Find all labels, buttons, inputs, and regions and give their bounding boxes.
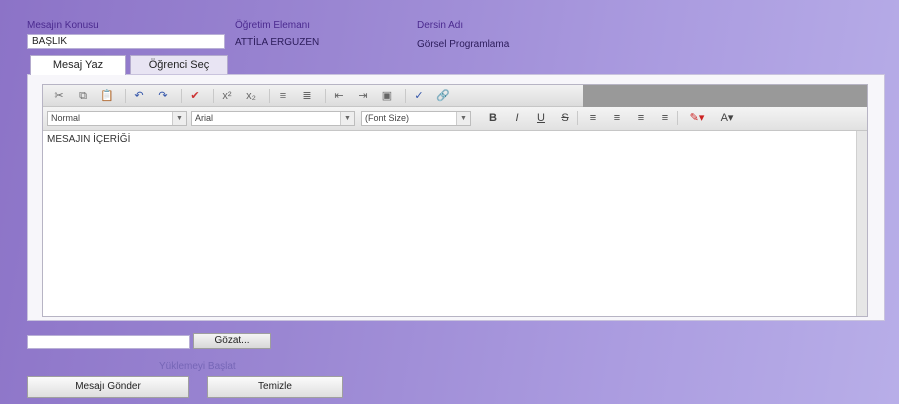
- chevron-down-icon: ▼: [340, 112, 354, 125]
- italic-icon[interactable]: I: [509, 111, 525, 125]
- paragraph-format-select[interactable]: Normal ▼: [47, 111, 187, 126]
- tab-select-student[interactable]: Öğrenci Seç: [130, 55, 228, 74]
- toolbar-separator: [213, 89, 214, 103]
- check-icon[interactable]: ✓: [411, 89, 427, 103]
- paste-icon[interactable]: 📋: [99, 89, 115, 103]
- link-icon[interactable]: 🔗: [435, 89, 451, 103]
- align-justify-icon[interactable]: ≡: [657, 111, 673, 125]
- align-right-icon[interactable]: ≡: [633, 111, 649, 125]
- outdent-icon[interactable]: ⇤: [331, 89, 347, 103]
- chevron-down-icon: ▼: [172, 112, 186, 125]
- start-upload-link[interactable]: Yüklemeyi Başlat: [159, 361, 236, 372]
- toolbar-separator: [677, 111, 678, 125]
- copy-icon[interactable]: ⧉: [75, 89, 91, 103]
- font-family-value: Arial: [195, 113, 214, 123]
- ordered-list-icon[interactable]: ≡: [275, 89, 291, 103]
- undo-icon[interactable]: ↶: [131, 89, 147, 103]
- toolbar-separator: [405, 89, 406, 103]
- clear-button[interactable]: Temizle: [207, 376, 343, 398]
- superscript-icon[interactable]: x²: [219, 89, 235, 103]
- subscript-icon[interactable]: x₂: [243, 89, 259, 103]
- bold-icon[interactable]: B: [485, 111, 501, 125]
- indent-icon[interactable]: ⇥: [355, 89, 371, 103]
- toolbar-separator: [325, 89, 326, 103]
- editor-scrollbar[interactable]: [856, 131, 867, 316]
- course-label: Dersin Adı: [417, 20, 464, 31]
- message-body[interactable]: MESAJIN İÇERİĞİ: [43, 131, 857, 316]
- font-color-icon[interactable]: A▾: [715, 111, 739, 125]
- image-icon[interactable]: ▣: [379, 89, 395, 103]
- editor-toolbar-format: Normal ▼ Arial ▼ (Font Size) ▼ B I U S ≡ ≡ ≡ ≡ ✎…: [43, 107, 867, 131]
- font-size-value: (Font Size): [365, 113, 410, 123]
- unordered-list-icon[interactable]: ≣: [299, 89, 315, 103]
- align-left-icon[interactable]: ≡: [585, 111, 601, 125]
- course-value: Görsel Programlama: [417, 39, 510, 50]
- underline-icon[interactable]: U: [533, 111, 549, 125]
- toolbar-filler: [583, 85, 867, 107]
- cut-icon[interactable]: ✂: [51, 89, 67, 103]
- highlight-color-icon[interactable]: ✎▾: [685, 111, 709, 125]
- instructor-value: ATTİLA ERGUZEN: [235, 37, 320, 48]
- instructor-label: Öğretim Elemanı: [235, 20, 311, 31]
- paragraph-format-value: Normal: [51, 113, 81, 123]
- toolbar-separator: [269, 89, 270, 103]
- tab-write-message[interactable]: Mesaj Yaz: [30, 55, 126, 75]
- font-size-select[interactable]: (Font Size) ▼: [361, 111, 471, 126]
- toolbar-separator: [125, 89, 126, 103]
- subject-label: Mesajın Konusu: [27, 20, 99, 31]
- strikethrough-icon[interactable]: S: [557, 111, 573, 125]
- subject-field[interactable]: BAŞLIK: [27, 34, 225, 49]
- file-path-input[interactable]: [27, 335, 190, 349]
- toolbar-separator: [181, 89, 182, 103]
- redo-icon[interactable]: ↷: [155, 89, 171, 103]
- rich-text-editor: ✂ ⧉ 📋 ↶ ↷ ✔ x² x₂ ≡ ≣ ⇤ ⇥ ▣ ✓ 🔗 Normal ▼ Arial ▼ (Font…: [42, 84, 868, 317]
- spellcheck-icon[interactable]: ✔: [187, 89, 203, 103]
- editor-toolbar-top: ✂ ⧉ 📋 ↶ ↷ ✔ x² x₂ ≡ ≣ ⇤ ⇥ ▣ ✓ 🔗: [43, 85, 583, 107]
- toolbar-separator: [577, 111, 578, 125]
- font-family-select[interactable]: Arial ▼: [191, 111, 355, 126]
- align-center-icon[interactable]: ≡: [609, 111, 625, 125]
- browse-button[interactable]: Gözat...: [193, 333, 271, 349]
- send-message-button[interactable]: Mesajı Gönder: [27, 376, 189, 398]
- chevron-down-icon: ▼: [456, 112, 470, 125]
